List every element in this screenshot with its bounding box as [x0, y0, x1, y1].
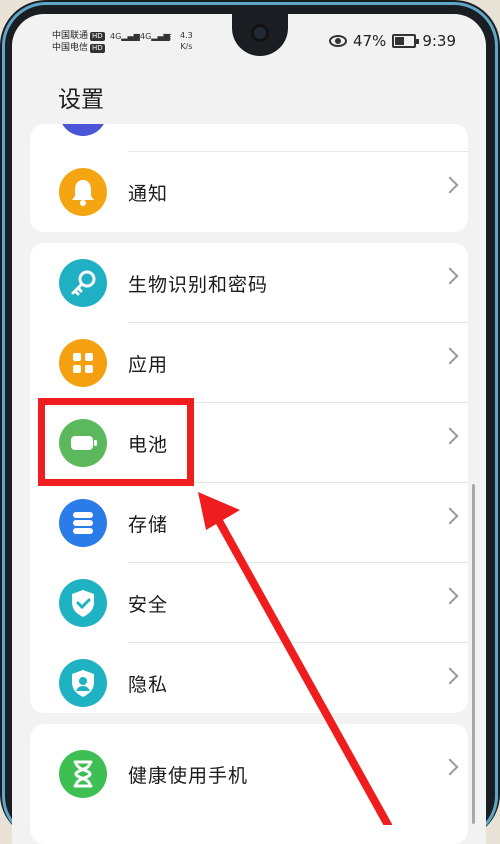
settings-card-1: 通知	[30, 124, 468, 232]
settings-item-label: 安全	[128, 594, 169, 616]
chevron-right-icon	[441, 176, 459, 194]
page-title: 设置	[58, 87, 104, 113]
carrier-info: 中国联通 HD 中国电信 HD	[52, 30, 105, 54]
storage-icon	[59, 499, 107, 547]
privacy-icon	[59, 659, 107, 707]
chevron-right-icon	[441, 667, 459, 685]
chevron-right-icon	[441, 758, 459, 776]
battery-percent: 47%	[352, 32, 387, 50]
speed-unit: K/s	[180, 42, 193, 51]
signal-icon-1: 4G▂▄▆	[110, 32, 140, 41]
key-icon	[59, 259, 107, 307]
settings-item-label: 通知	[128, 183, 169, 205]
hd-badge: HD	[90, 44, 105, 53]
settings-item-digital-balance[interactable]: 健康使用手机	[30, 734, 468, 814]
settings-item-apps[interactable]: 应用	[30, 323, 468, 403]
clock: 9:39	[422, 32, 456, 50]
battery-status-icon	[392, 34, 420, 48]
chevron-right-icon	[441, 347, 459, 365]
hd-badge: HD	[90, 32, 105, 41]
hourglass-icon	[59, 750, 107, 798]
network-type-1: 4G	[110, 32, 122, 41]
settings-item-label: 生物识别和密码	[128, 274, 269, 296]
wifi-icon: ≋	[162, 30, 173, 44]
bell-icon	[59, 168, 107, 216]
network-type-2: 4G	[140, 32, 152, 41]
carrier-1: 中国联通	[52, 31, 89, 41]
partial-icon	[59, 124, 107, 136]
chevron-right-icon	[441, 427, 459, 445]
settings-card-3: 健康使用手机	[30, 724, 468, 844]
status-right: 47% 9:39	[328, 32, 456, 50]
apps-grid-icon	[59, 339, 107, 387]
chevron-right-icon	[441, 587, 459, 605]
speed-value: 4.3	[180, 31, 193, 40]
settings-item-label: 存储	[128, 514, 169, 536]
settings-item-label: 应用	[128, 354, 169, 376]
settings-item-security[interactable]: 安全	[30, 563, 468, 643]
settings-item-label: 隐私	[128, 674, 169, 696]
settings-item-storage[interactable]: 存储	[30, 483, 468, 563]
shield-check-icon	[59, 579, 107, 627]
network-speed: 4.3 K/s	[180, 30, 193, 52]
chevron-right-icon	[441, 507, 459, 525]
front-camera	[251, 24, 269, 42]
chevron-right-icon	[441, 267, 459, 285]
settings-item-label: 健康使用手机	[128, 765, 249, 787]
scrollbar[interactable]	[472, 484, 475, 824]
eye-comfort-icon	[328, 35, 347, 47]
carrier-2: 中国电信	[52, 43, 89, 53]
settings-item-notifications[interactable]: 通知	[30, 152, 468, 232]
settings-item-biometrics[interactable]: 生物识别和密码	[30, 243, 468, 323]
annotation-highlight-box	[38, 398, 194, 486]
settings-item-privacy[interactable]: 隐私	[30, 643, 468, 713]
settings-item-partial[interactable]	[30, 124, 468, 152]
